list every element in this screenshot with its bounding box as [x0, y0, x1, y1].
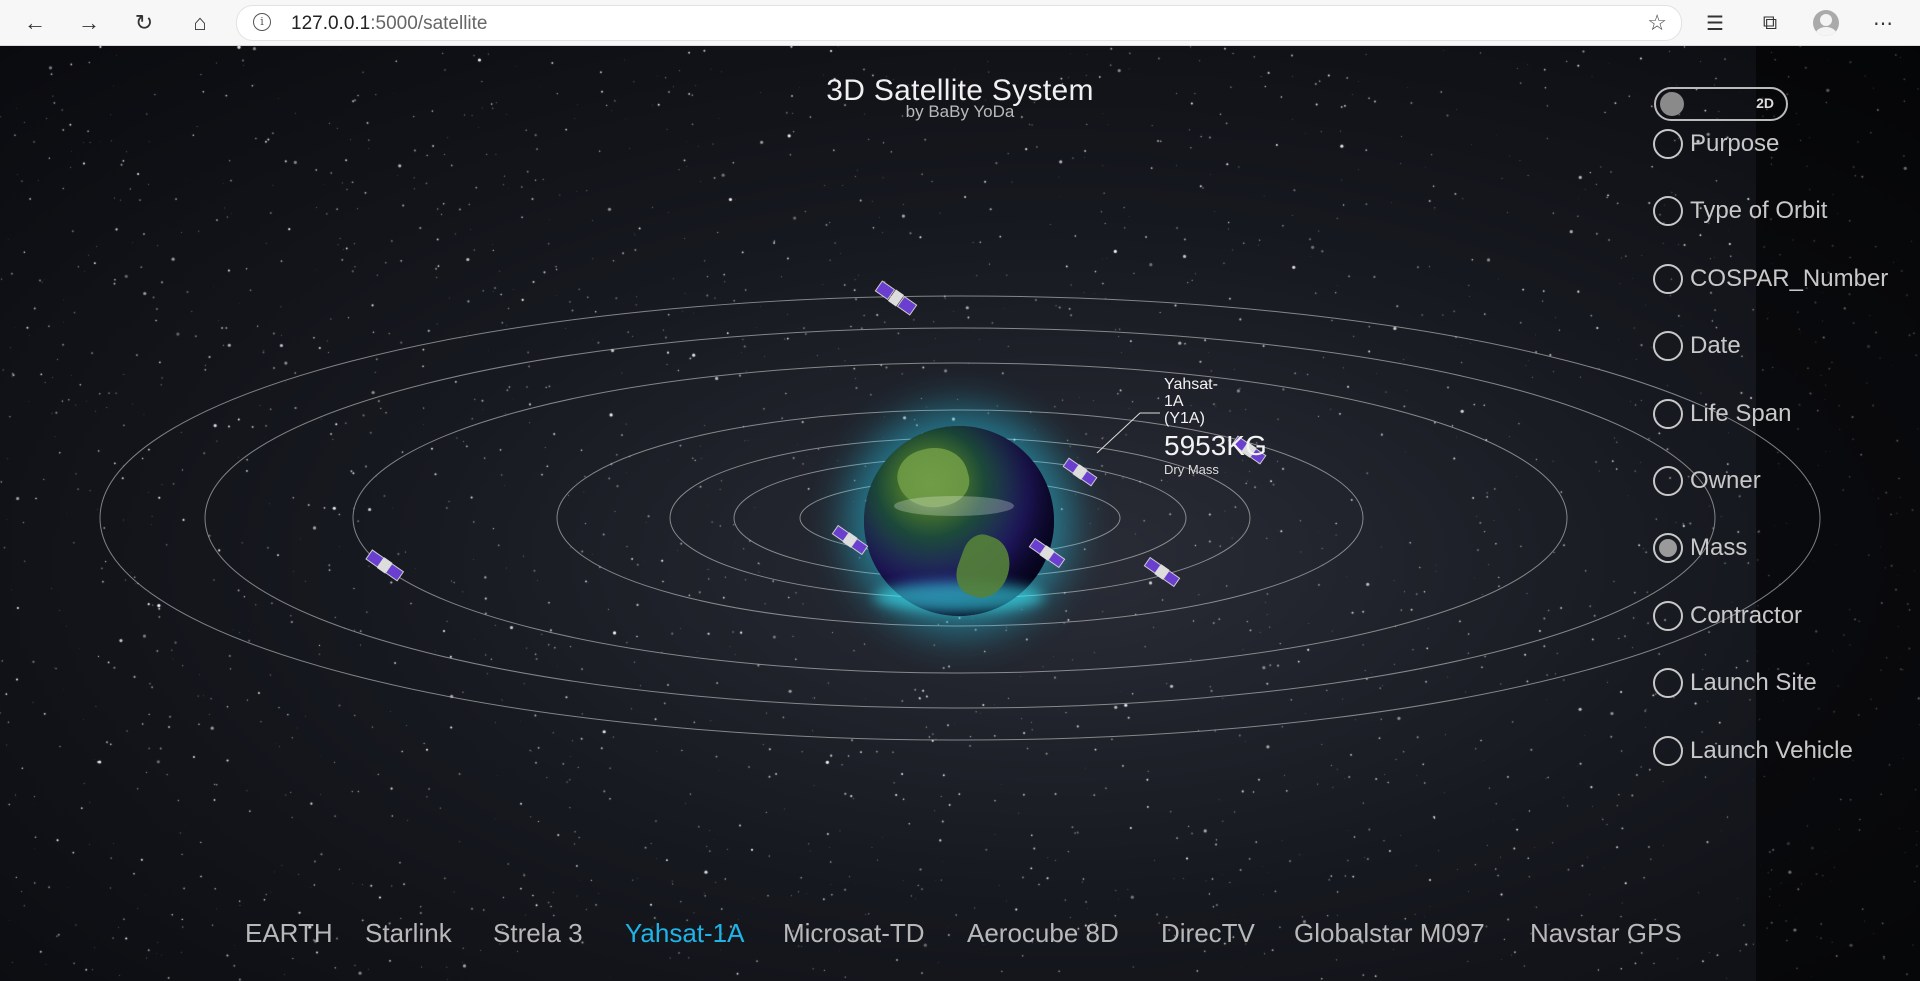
earth-globe[interactable] — [864, 426, 1054, 616]
toggle-label: 2D — [1756, 95, 1774, 111]
info-icon[interactable]: i — [253, 13, 271, 31]
browser-toolbar: ← → ↻ ⌂ i 127.0.0.1:5000/satellite ☆ ☰ ⧉… — [0, 0, 1920, 46]
satellite-icon[interactable] — [1057, 449, 1103, 495]
address-bar[interactable]: i 127.0.0.1:5000/satellite ☆ — [236, 5, 1682, 41]
option-life-span[interactable]: Life Span — [1653, 396, 1791, 432]
satellite-icon[interactable] — [1024, 530, 1070, 576]
radio-icon[interactable] — [1653, 399, 1683, 429]
satellite-icon[interactable] — [362, 542, 408, 588]
menu-item-starlink[interactable]: Starlink — [365, 918, 452, 949]
url-path: :5000/satellite — [370, 13, 488, 34]
profile-icon[interactable] — [1809, 6, 1843, 40]
menu-item-yahsat-1a[interactable]: Yahsat-1A — [625, 918, 744, 949]
url-host: 127.0.0.1 — [291, 13, 371, 34]
radio-icon[interactable] — [1653, 466, 1683, 496]
menu-item-microsat-td[interactable]: Microsat-TD — [783, 918, 925, 949]
menu-item-directv[interactable]: DirecTV — [1161, 918, 1255, 949]
radio-icon[interactable] — [1653, 129, 1683, 159]
satellite-info-label: Yahsat- 1A (Y1A) 5953KG Dry Mass — [1164, 376, 1267, 477]
url-text: 127.0.0.1:5000/satellite — [291, 13, 488, 35]
menu-item-earth[interactable]: EARTH — [245, 918, 333, 949]
option-date[interactable]: Date — [1653, 328, 1741, 364]
satellite-icon[interactable] — [827, 517, 873, 563]
satellite-icon[interactable] — [1139, 549, 1185, 595]
toggle-knob — [1660, 92, 1684, 116]
option-contractor[interactable]: Contractor — [1653, 598, 1802, 634]
menu-item-aerocube-8d[interactable]: Aerocube 8D — [967, 918, 1119, 949]
option-launch-site[interactable]: Launch Site — [1653, 665, 1817, 701]
more-icon[interactable]: ⋯ — [1866, 6, 1900, 40]
label-leader-line — [1096, 412, 1160, 454]
satellite-mass-caption: Dry Mass — [1164, 462, 1219, 477]
page-title: 3D Satellite System by BaBy YoDa — [826, 74, 1093, 122]
home-icon[interactable]: ⌂ — [183, 6, 217, 40]
avatar — [1813, 10, 1839, 36]
collections-icon[interactable]: ⧉ — [1753, 6, 1787, 40]
option-mass[interactable]: Mass — [1653, 530, 1747, 566]
menu-item-navstar-gps[interactable]: Navstar GPS — [1530, 918, 1682, 949]
view-mode-toggle[interactable]: 2D — [1654, 87, 1788, 121]
satellite-scene[interactable]: 3D Satellite System by BaBy YoDa Yahsat-… — [0, 46, 1920, 981]
option-launch-vehicle[interactable]: Launch Vehicle — [1653, 733, 1853, 769]
option-owner[interactable]: Owner — [1653, 463, 1761, 499]
radio-icon[interactable] — [1653, 264, 1683, 294]
satellite-icon[interactable] — [873, 275, 919, 321]
forward-icon[interactable]: → — [72, 6, 106, 40]
back-icon[interactable]: ← — [18, 6, 52, 40]
option-type-of-orbit[interactable]: Type of Orbit — [1653, 193, 1827, 229]
radio-icon[interactable] — [1653, 533, 1683, 563]
radio-icon[interactable] — [1653, 196, 1683, 226]
satellite-menu: EARTH Starlink Strela 3 Yahsat-1A Micros… — [0, 918, 1920, 958]
option-purpose[interactable]: Purpose — [1653, 126, 1779, 162]
favorites-icon[interactable]: ☰ — [1698, 6, 1732, 40]
star-icon[interactable]: ☆ — [1647, 10, 1667, 36]
menu-item-globalstar-m097[interactable]: Globalstar M097 — [1294, 918, 1485, 949]
option-cospar-number[interactable]: COSPAR_Number — [1653, 261, 1888, 297]
radio-icon[interactable] — [1653, 668, 1683, 698]
radio-icon[interactable] — [1653, 601, 1683, 631]
satellite-name: Yahsat- 1A (Y1A) — [1164, 376, 1218, 427]
radio-icon[interactable] — [1653, 331, 1683, 361]
radio-icon[interactable] — [1653, 736, 1683, 766]
reload-icon[interactable]: ↻ — [127, 6, 161, 40]
satellite-mass-value: 5953KG — [1164, 430, 1267, 461]
menu-item-strela-3[interactable]: Strela 3 — [493, 918, 583, 949]
